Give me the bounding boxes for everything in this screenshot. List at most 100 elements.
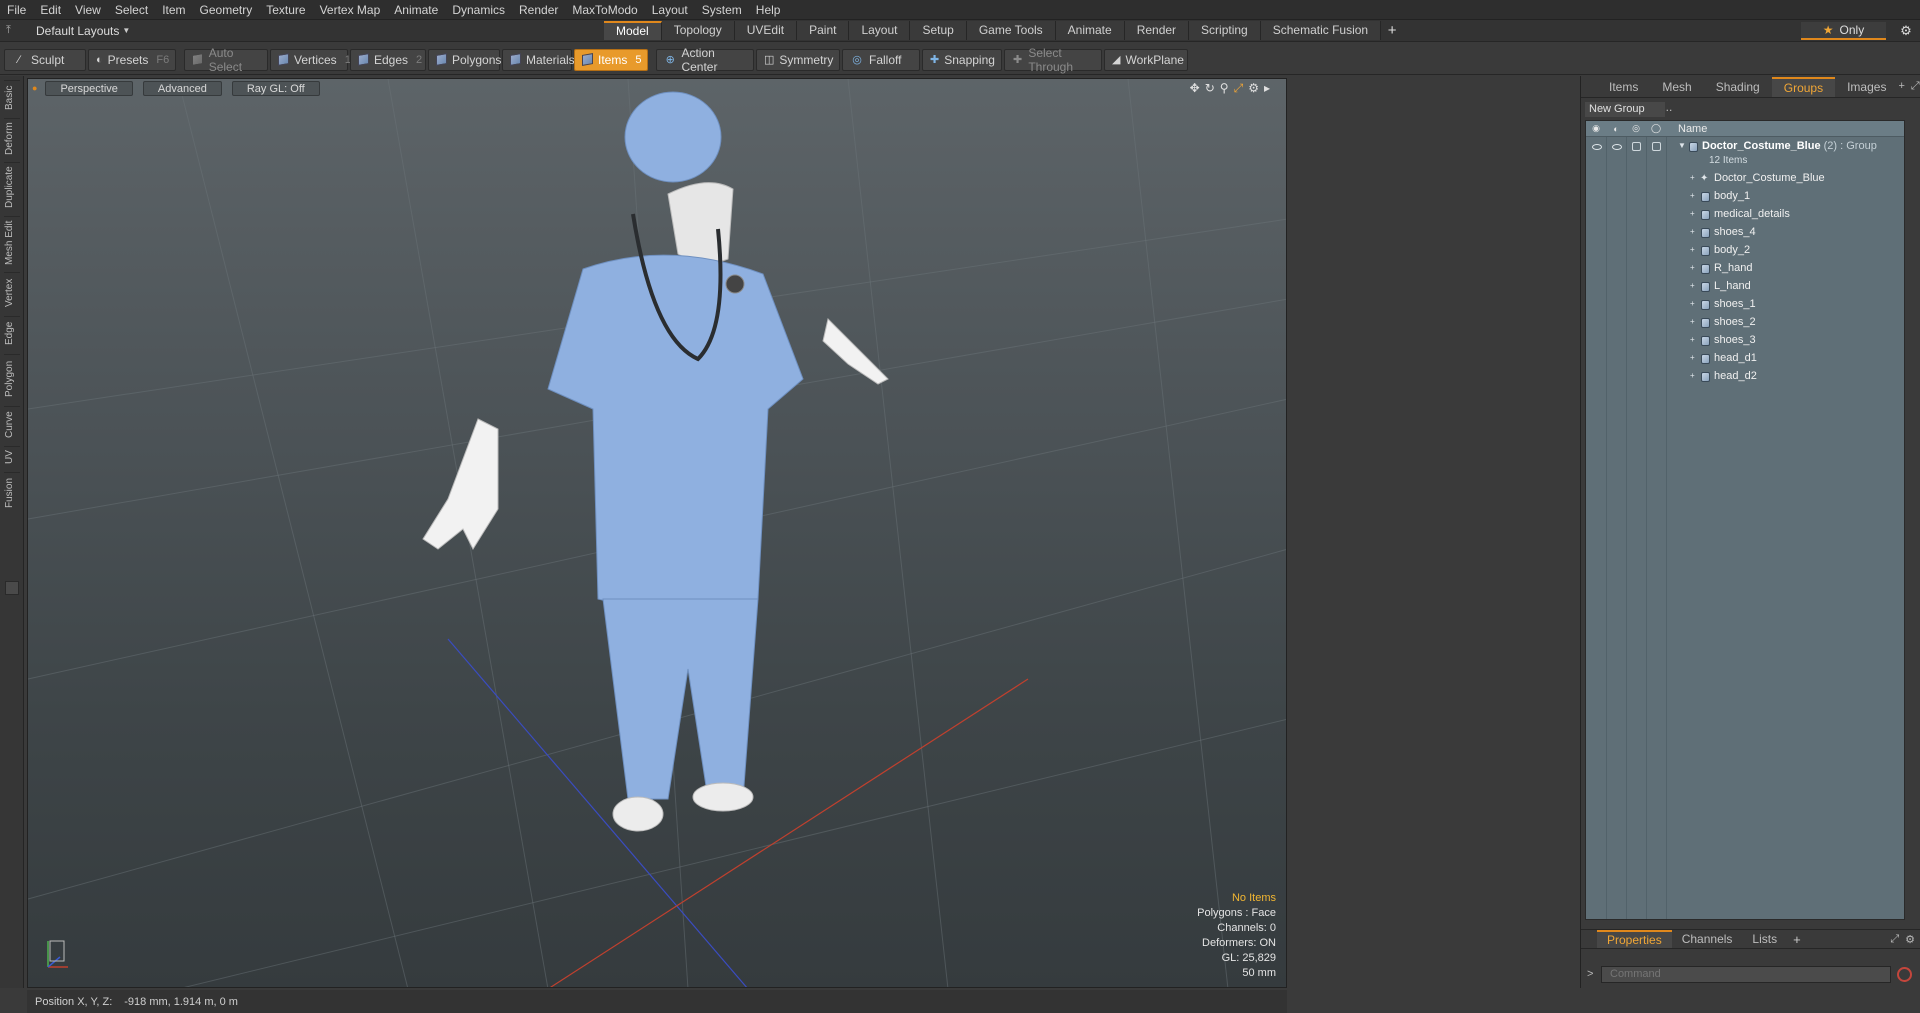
left-tab-basic[interactable]: Basic [4,80,20,114]
list-item[interactable]: + R_hand [1586,260,1904,278]
tab-scripting[interactable]: Scripting [1189,21,1261,40]
items-button[interactable]: Items 5 [574,48,648,71]
left-tab-edge[interactable]: Edge [4,316,20,350]
collapse-icon[interactable]: ▼ [1678,141,1686,150]
tab-game-tools[interactable]: Game Tools [966,21,1056,40]
expand-icon[interactable]: + [1690,317,1695,326]
gear-icon[interactable]: ⚙ [1898,23,1914,39]
workplane-button[interactable]: ◢ WorkPlane [1104,48,1188,71]
list-item[interactable]: + shoes_2 [1586,314,1904,332]
menu-file[interactable]: File [0,0,33,20]
expand-icon[interactable]: + [1690,227,1695,236]
expand-icon[interactable]: + [1690,353,1695,362]
shading-mode-button[interactable]: Advanced [142,80,222,96]
render-column-icon[interactable]: ◐ [1606,124,1626,134]
menu-item[interactable]: Item [155,0,192,20]
raygl-button[interactable]: Ray GL: Off [231,80,320,96]
tab-animate[interactable]: Animate [1055,21,1125,40]
sculpt-button[interactable]: ∕ Sculpt [4,48,86,71]
action-center-button[interactable]: ⊕ Action Center [656,46,754,74]
left-tab-curve[interactable]: Curve [4,406,20,442]
expand-icon[interactable]: + [1690,335,1695,344]
expand-icon[interactable]: + [1690,173,1695,182]
materials-button[interactable]: Materials [502,48,575,71]
list-item[interactable]: + shoes_4 [1586,224,1904,242]
menu-texture[interactable]: Texture [259,0,312,20]
lock-checkbox[interactable] [1632,142,1641,151]
presets-button[interactable]: ◐ Presets F6 [88,48,176,71]
polygons-button[interactable]: Polygons [428,48,501,71]
tab-model[interactable]: Model [604,21,662,40]
tab-items[interactable]: Items [1597,77,1650,97]
expand-icon[interactable]: + [1690,299,1695,308]
expand-icon[interactable]: + [1690,371,1695,380]
only-button[interactable]: ★ Only [1801,22,1886,40]
list-item[interactable]: + head_d1 [1586,350,1904,368]
menu-view[interactable]: View [68,0,108,20]
menu-dynamics[interactable]: Dynamics [445,0,512,20]
command-input[interactable] [1601,965,1891,983]
record-icon[interactable] [1897,966,1912,982]
tab-shading[interactable]: Shading [1704,77,1772,97]
expand-icon[interactable]: ⤢ [1890,933,1899,946]
view-mode-button[interactable]: Perspective [45,80,133,96]
vertices-button[interactable]: Vertices 1 [270,48,351,71]
tool-palette-toggle[interactable] [5,581,19,595]
list-item[interactable]: + ✦ Doctor_Costume_Blue [1586,170,1904,188]
new-group-button[interactable]: New Group [1585,102,1665,117]
list-item[interactable]: + head_d2 [1586,368,1904,386]
select-through-button[interactable]: ✚ Select Through [1004,46,1102,74]
menu-maxtomodo[interactable]: MaxToModo [565,0,644,20]
select-column-icon[interactable]: ◯ [1646,123,1666,134]
menu-help[interactable]: Help [749,0,788,20]
tab-groups[interactable]: Groups [1771,76,1836,97]
lock-column-icon[interactable]: ◎ [1626,123,1646,134]
tab-channels[interactable]: Channels [1672,930,1743,948]
tab-images[interactable]: Images [1835,77,1898,97]
falloff-button[interactable]: ◎ Falloff [842,48,920,71]
select-checkbox[interactable] [1652,142,1661,151]
properties-gear-icon[interactable]: ⚙ [1905,933,1915,946]
tab-layout[interactable]: Layout [849,21,911,40]
viewport-menu-icon[interactable]: ● [32,83,37,93]
left-tab-deform[interactable]: Deform [4,118,20,158]
tab-mesh[interactable]: Mesh ... [1650,77,1703,114]
expand-icon[interactable]: + [1690,245,1695,254]
list-item[interactable]: + body_2 [1586,242,1904,260]
expand-icon[interactable]: + [1690,191,1695,200]
list-item[interactable]: + shoes_1 [1586,296,1904,314]
menu-geometry[interactable]: Geometry [193,0,260,20]
add-tab-icon[interactable]: + [1381,22,1403,39]
list-item[interactable]: + body_1 [1586,188,1904,206]
left-tab-fusion[interactable]: Fusion [4,472,20,512]
3d-viewport[interactable]: ● Perspective Advanced Ray GL: Off ✥ ↻ ⚲… [27,78,1287,988]
snapping-button[interactable]: ✚ Snapping [922,48,1002,71]
menu-select[interactable]: Select [108,0,155,20]
list-item[interactable]: + L_hand [1586,278,1904,296]
play-icon[interactable]: ▸ [1264,81,1270,96]
left-tab-duplicate[interactable]: Duplicate [4,162,20,212]
left-tab-uv[interactable]: UV [4,446,20,468]
expand-icon[interactable]: + [1690,209,1695,218]
add-tab-icon[interactable]: + [1787,932,1807,947]
zoom-view-icon[interactable]: ⚲ [1220,81,1229,96]
groups-list[interactable]: ◉ ◐ ◎ ◯ Name ▼ Doctor_Costume_Blue (2) :… [1585,120,1905,920]
maximize-icon[interactable]: ⤢ [1234,81,1244,96]
menu-edit[interactable]: Edit [33,0,68,20]
menu-system[interactable]: System [695,0,749,20]
move-view-icon[interactable]: ✥ [1190,81,1200,96]
menu-render[interactable]: Render [512,0,565,20]
eye-icon[interactable] [1592,144,1602,150]
tab-lists[interactable]: Lists [1742,930,1787,948]
list-item[interactable]: + medical_details [1586,206,1904,224]
expand-icon[interactable]: + [1690,263,1695,272]
list-item[interactable]: + shoes_3 [1586,332,1904,350]
left-tab-polygon[interactable]: Polygon [4,354,20,402]
menu-vertex-map[interactable]: Vertex Map [313,0,388,20]
chevron-right-icon[interactable]: > [1587,968,1601,980]
visibility-column-icon[interactable]: ◉ [1586,123,1606,134]
tab-topology[interactable]: Topology [661,21,735,40]
left-tab-vertex[interactable]: Vertex [4,272,20,312]
tab-paint[interactable]: Paint [797,21,850,40]
tab-schematic-fusion[interactable]: Schematic Fusion [1260,21,1382,40]
